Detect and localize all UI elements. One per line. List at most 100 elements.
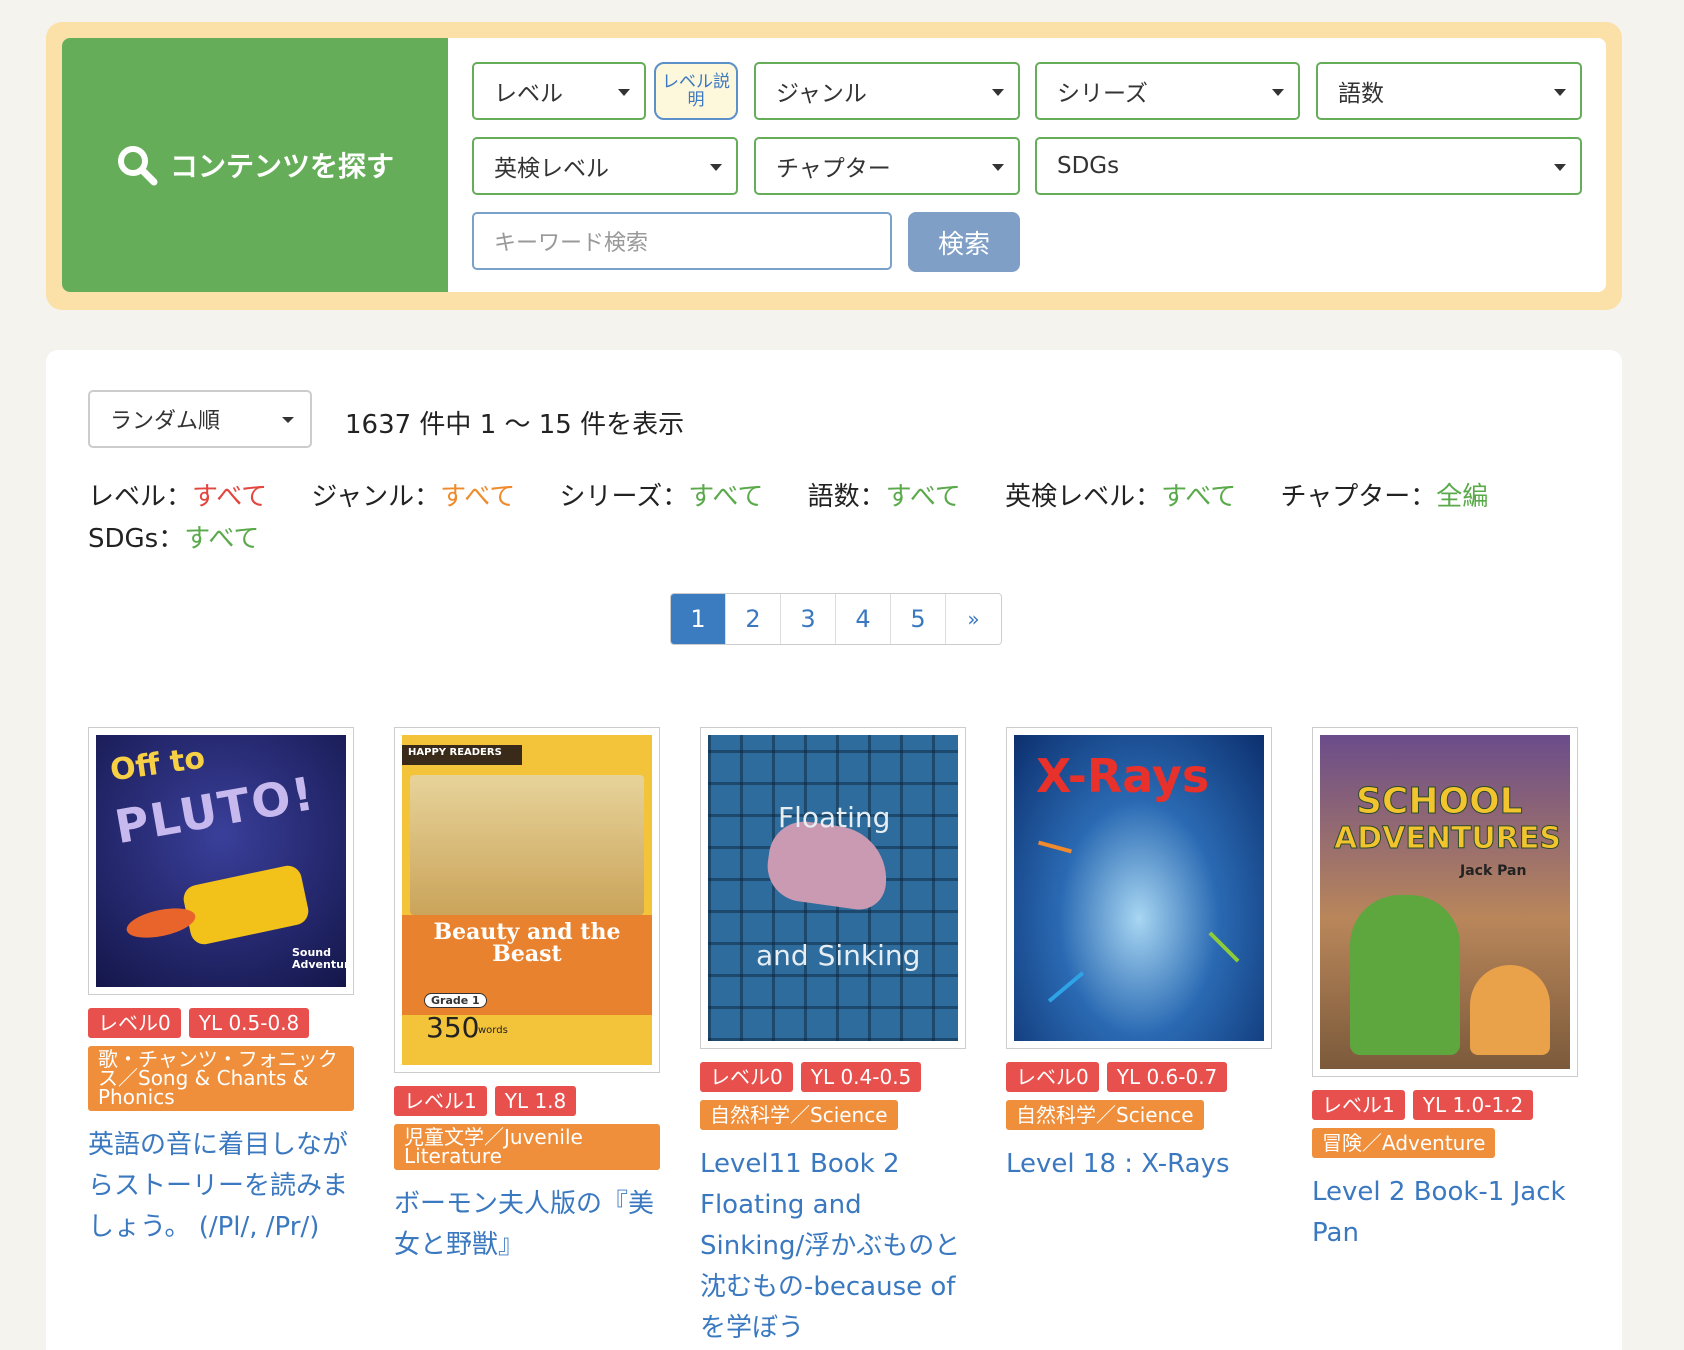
character-illustration bbox=[1350, 895, 1460, 1055]
book-cover-image[interactable]: Off to PLUTO! Sound Adventures bbox=[96, 735, 346, 987]
book-cover-frame[interactable]: X-Rays bbox=[1006, 727, 1272, 1049]
book-cover-frame[interactable]: Off to PLUTO! Sound Adventures bbox=[88, 727, 354, 995]
book-tags: レベル1 YL 1.8 児童文学／Juvenile Literature bbox=[394, 1086, 660, 1170]
chevron-down-icon bbox=[618, 89, 630, 96]
word-count-select-label: 語数 bbox=[1338, 81, 1384, 107]
yl-tag: YL 0.5-0.8 bbox=[188, 1008, 310, 1038]
cover-text: 350 bbox=[426, 1011, 480, 1044]
book-tags: レベル0 YL 0.5-0.8 歌・チャンツ・フォニックス／Song & Cha… bbox=[88, 1008, 354, 1111]
book-cover-frame[interactable]: SCHOOL ADVENTURES Jack Pan bbox=[1312, 727, 1578, 1077]
book-title-link[interactable]: Level 18 : X-Rays bbox=[1006, 1144, 1272, 1185]
book-cover-image[interactable]: SCHOOL ADVENTURES Jack Pan bbox=[1320, 735, 1570, 1069]
search-button[interactable]: 検索 bbox=[908, 212, 1020, 272]
book-cover-image[interactable]: HAPPY READERS Beauty and the Beast Grade… bbox=[402, 735, 652, 1065]
chapter-select[interactable]: チャプター bbox=[754, 137, 1020, 195]
filter-value: 全編 bbox=[1436, 482, 1489, 512]
green-arrow-icon bbox=[1208, 931, 1240, 963]
cover-text: X-Rays bbox=[1036, 749, 1210, 803]
book-title-link[interactable]: 英語の音に着目しながらストーリーを読みましょう。 (/Pl/, /Pr/) bbox=[88, 1125, 354, 1248]
next-page-link[interactable]: » bbox=[946, 594, 1001, 644]
filter-value: すべて bbox=[192, 482, 268, 512]
cover-text: SCHOOL bbox=[1356, 781, 1524, 823]
yl-tag: YL 0.4-0.5 bbox=[800, 1062, 922, 1092]
book-card[interactable]: Floating and Sinking レベル0 YL 0.4-0.5 自然科… bbox=[700, 727, 966, 1349]
keyword-search-input[interactable]: キーワード検索 bbox=[472, 212, 892, 270]
book-tags: レベル1 YL 1.0-1.2 冒険／Adventure bbox=[1312, 1090, 1578, 1158]
page-link-2[interactable]: 2 bbox=[726, 594, 781, 644]
sdgs-select[interactable]: SDGs bbox=[1035, 137, 1582, 195]
chevron-down-icon bbox=[282, 417, 294, 423]
level-tag: レベル0 bbox=[88, 1008, 181, 1038]
cover-text: Floating bbox=[778, 801, 891, 834]
filter-genre: ジャンル：すべて bbox=[311, 482, 515, 512]
series-select-label: シリーズ bbox=[1057, 81, 1148, 107]
sort-select-label: ランダム順 bbox=[110, 409, 221, 434]
genre-tag: 冒険／Adventure bbox=[1312, 1128, 1496, 1158]
book-card[interactable]: X-Rays レベル0 YL 0.6-0.7 自然科学／Science Leve… bbox=[1006, 727, 1272, 1185]
filter-label: 語数： bbox=[807, 482, 886, 512]
yl-tag: YL 0.6-0.7 bbox=[1106, 1062, 1228, 1092]
page-link-3[interactable]: 3 bbox=[781, 594, 836, 644]
cover-text: words bbox=[478, 1025, 508, 1036]
cover-text: HAPPY READERS bbox=[408, 747, 502, 758]
filter-label: シリーズ： bbox=[559, 482, 689, 512]
book-card[interactable]: Off to PLUTO! Sound Adventures レベル0 YL 0… bbox=[88, 727, 354, 1248]
word-count-select[interactable]: 語数 bbox=[1316, 62, 1582, 120]
series-select[interactable]: シリーズ bbox=[1035, 62, 1300, 120]
chapter-select-label: チャプター bbox=[776, 156, 891, 182]
book-tags: レベル0 YL 0.4-0.5 自然科学／Science bbox=[700, 1062, 966, 1130]
filter-value: すべて bbox=[184, 524, 260, 554]
search-panel-title: コンテンツを探す bbox=[62, 38, 448, 292]
page-link-1[interactable]: 1 bbox=[671, 594, 726, 644]
level-select-label: レベル bbox=[494, 81, 563, 107]
orange-arrow-icon bbox=[1038, 840, 1072, 854]
cover-text: ADVENTURES bbox=[1334, 821, 1562, 857]
bus-illustration bbox=[181, 863, 311, 947]
cover-text: Sound Adventures bbox=[292, 946, 346, 971]
filter-value: すべて bbox=[885, 482, 961, 512]
book-title-link[interactable]: ボーモン夫人版の『美女と野獣』 bbox=[394, 1184, 660, 1266]
chevron-down-icon bbox=[992, 89, 1004, 96]
genre-tag: 自然科学／Science bbox=[700, 1100, 898, 1130]
genre-tag: 自然科学／Science bbox=[1006, 1100, 1204, 1130]
book-cover-frame[interactable]: HAPPY READERS Beauty and the Beast Grade… bbox=[394, 727, 660, 1073]
book-title-link[interactable]: Level 2 Book-1 Jack Pan bbox=[1312, 1172, 1578, 1254]
filter-eiken: 英検レベル：すべて bbox=[1005, 482, 1236, 512]
filter-series: シリーズ：すべて bbox=[560, 482, 764, 512]
book-card[interactable]: SCHOOL ADVENTURES Jack Pan レベル1 YL 1.0-1… bbox=[1312, 727, 1578, 1254]
filter-level: レベル：すべて bbox=[88, 482, 267, 512]
page-link-5[interactable]: 5 bbox=[891, 594, 946, 644]
book-cover-image[interactable]: Floating and Sinking bbox=[708, 735, 958, 1041]
book-card[interactable]: HAPPY READERS Beauty and the Beast Grade… bbox=[394, 727, 660, 1266]
genre-tag: 歌・チャンツ・フォニックス／Song & Chants & Phonics bbox=[88, 1046, 354, 1111]
cover-text: Jack Pan bbox=[1460, 863, 1527, 879]
result-count: 1637 件中 1 〜 15 件を表示 bbox=[345, 410, 685, 440]
page-link-4[interactable]: 4 bbox=[836, 594, 891, 644]
filter-value: すべて bbox=[440, 482, 516, 512]
chevron-down-icon bbox=[992, 164, 1004, 171]
cover-text: Grade 1 bbox=[424, 993, 487, 1008]
yl-tag: YL 1.8 bbox=[494, 1086, 577, 1116]
level-select[interactable]: レベル bbox=[472, 62, 646, 120]
chevron-down-icon bbox=[1554, 89, 1566, 96]
sdgs-select-label: SDGs bbox=[1057, 153, 1120, 179]
book-title-link[interactable]: Level11 Book 2 Floating and Sinking/浮かぶも… bbox=[700, 1144, 966, 1349]
filter-sdgs: SDGs：すべて bbox=[88, 524, 259, 554]
eiken-level-select[interactable]: 英検レベル bbox=[472, 137, 738, 195]
book-cover-image[interactable]: X-Rays bbox=[1014, 735, 1264, 1041]
eiken-level-select-label: 英検レベル bbox=[494, 156, 609, 182]
cover-text: Off to bbox=[108, 740, 208, 789]
filter-value: すべて bbox=[688, 482, 764, 512]
book-cover-frame[interactable]: Floating and Sinking bbox=[700, 727, 966, 1049]
pagination: 1 2 3 4 5 » bbox=[670, 593, 1002, 645]
chevron-down-icon bbox=[1554, 164, 1566, 171]
genre-select[interactable]: ジャンル bbox=[754, 62, 1020, 120]
sort-select[interactable]: ランダム順 bbox=[88, 390, 312, 448]
filter-label: 英検レベル： bbox=[1005, 482, 1162, 512]
level-tag: レベル1 bbox=[394, 1086, 487, 1116]
search-icon bbox=[117, 146, 158, 186]
search-title-label: コンテンツを探す bbox=[169, 150, 394, 183]
filter-value: すべて bbox=[1161, 482, 1237, 512]
level-help-button[interactable]: レベル説明 bbox=[654, 62, 738, 120]
filter-label: SDGs： bbox=[88, 524, 185, 554]
